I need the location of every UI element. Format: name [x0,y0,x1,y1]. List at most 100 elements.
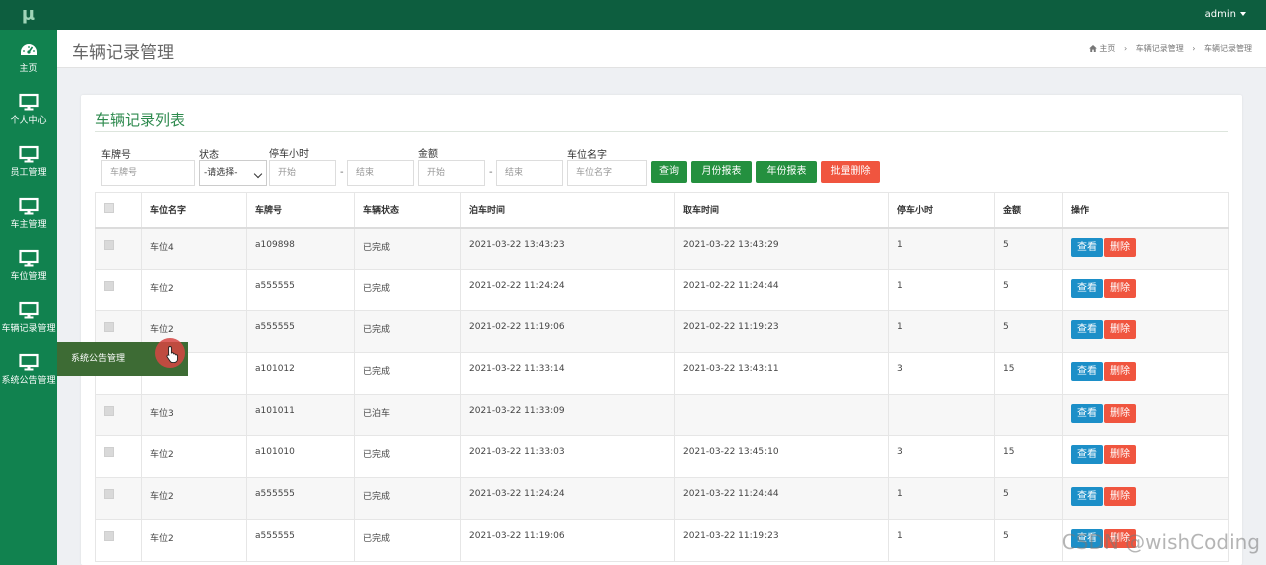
table-cell: 车位2 [141,435,247,479]
row-checkbox[interactable] [104,280,114,291]
page-header: 车辆记录管理 主页 › 车辆记录管理 › 车辆记录管理 [57,30,1266,68]
select-all-cell [95,192,142,229]
plate-input[interactable] [101,160,195,186]
sidebar-item-vehicle-records[interactable]: 车辆记录管理 [0,295,57,343]
view-button[interactable]: 查看 [1071,487,1103,507]
username: admin [1204,9,1236,20]
delete-button[interactable]: 删除 [1104,320,1136,340]
monthly-report-button[interactable]: 月份报表 [691,161,752,183]
view-button[interactable]: 查看 [1071,445,1103,465]
sidebar-item-staff[interactable]: 员工管理 [0,139,57,187]
home-icon [1088,45,1097,52]
select-cell [95,227,142,270]
table-cell: a101012 [246,352,355,395]
column-header[interactable]: 金额 [994,192,1063,229]
view-button[interactable]: 查看 [1071,320,1103,340]
hours-start-input[interactable] [269,160,336,186]
amount-end-input[interactable] [496,160,563,186]
column-header[interactable]: 泊车时间 [460,192,675,229]
table-cell: 已完成 [354,310,461,354]
sidebar-item-label: 车位管理 [10,272,47,282]
app-logo[interactable]: μ [0,0,57,30]
table-row: 车位4 a109898 已完成 2021-03-22 13:43:23 2021-03-… [95,227,1229,270]
view-button[interactable]: 查看 [1071,237,1103,257]
monitor-icon [18,249,39,267]
select-cell [95,477,142,520]
table-row: 车位2 a555555 已完成 2021-03-22 11:24:24 2021-03-… [95,477,1229,520]
table-cell: 2021-03-22 13:45:10 [674,435,889,479]
breadcrumb-separator: › [1123,44,1128,53]
breadcrumb-separator: › [1192,44,1196,53]
column-header[interactable]: 取车时间 [674,192,889,229]
table-cell: a555555 [246,310,355,354]
table-cell: 2021-03-22 11:33:14 [460,352,675,395]
column-header[interactable]: 车牌号 [246,192,355,229]
view-button[interactable]: 查看 [1071,403,1103,423]
monitor-icon [18,197,39,215]
view-button[interactable]: 查看 [1071,362,1103,382]
user-menu[interactable]: admin [1205,0,1246,30]
sidebar-item-owners[interactable]: 车主管理 [0,191,57,239]
sidebar-item-label: 个人中心 [10,116,47,126]
table-cell: 2021-03-22 11:19:23 [674,518,889,562]
select-cell [95,435,142,479]
sidebar-item-label: 主页 [19,64,38,74]
row-checkbox[interactable] [104,239,114,250]
chevron-down-icon [253,169,263,179]
table-cell: 1 [888,477,995,520]
space-name-input[interactable] [567,160,647,186]
status-select[interactable]: -请选择- [199,160,267,186]
batch-delete-button[interactable]: 批量删除 [821,161,880,183]
sidebar-item-label: 车辆记录管理 [1,324,56,334]
sidebar-item-label: 系统公告管理 [1,376,56,386]
monitor-icon [18,353,39,371]
sidebar-item-announcements[interactable]: 系统公告管理 [0,347,57,395]
yearly-report-button[interactable]: 年份报表 [756,161,817,183]
row-checkbox[interactable] [104,405,114,416]
table-cell: 5 [994,268,1063,312]
row-checkbox[interactable] [104,322,114,333]
breadcrumb-home[interactable]: 主页 [1099,44,1115,53]
delete-button[interactable]: 删除 [1104,445,1136,465]
table-cell: 已完成 [354,268,461,312]
actions-cell: 查看 删除 [1062,268,1229,312]
table-cell: 已完成 [354,477,461,520]
delete-button[interactable]: 删除 [1104,237,1136,257]
table-row: 车位2 a101010 已完成 2021-03-22 11:33:03 2021-03-… [95,435,1229,479]
sidebar-item-spaces[interactable]: 车位管理 [0,243,57,291]
row-checkbox[interactable] [104,530,114,541]
table-cell: 2021-03-22 11:19:06 [460,518,675,562]
table-cell: 车位2 [141,477,247,520]
amount-start-input[interactable] [418,160,485,186]
table-cell: 车位2 [141,518,247,562]
actions-cell: 查看 删除 [1062,310,1229,354]
table-cell: 1 [888,227,995,270]
column-header[interactable]: 车辆状态 [354,192,461,229]
view-button[interactable]: 查看 [1071,278,1103,298]
hours-end-input[interactable] [347,160,414,186]
table-cell: a109898 [246,227,355,270]
row-checkbox[interactable] [104,447,114,458]
divider [95,131,1228,132]
actions-cell: 查看 删除 [1062,227,1229,270]
row-checkbox[interactable] [104,489,114,500]
breadcrumb-section[interactable]: 车辆记录管理 [1136,44,1184,53]
column-header[interactable]: 停车小时 [888,192,995,229]
delete-button[interactable]: 删除 [1104,362,1136,382]
table-row: 车位3 a101011 已泊车 2021-03-22 11:33:09 查看 删除 [95,393,1229,437]
sidebar-item-profile[interactable]: 个人中心 [0,87,57,135]
table-cell: 5 [994,310,1063,354]
query-button[interactable]: 查询 [651,161,687,183]
delete-button[interactable]: 删除 [1104,403,1136,423]
delete-button[interactable]: 删除 [1104,278,1136,298]
records-panel: 车辆记录列表 车牌号 状态 -请选择- 停车小时 - 金额 - 车位名字 查询 … [81,95,1242,565]
column-header[interactable]: 车位名字 [141,192,247,229]
sidebar: 主页 个人中心 员工管理 车主管理 车位管理 车辆记录管理 系统公告管理 [0,30,57,565]
select-all-checkbox[interactable] [104,203,114,214]
table-cell: 2021-03-22 13:43:23 [460,227,675,270]
table-cell: 2021-03-22 11:24:24 [460,477,675,520]
sidebar-item-home[interactable]: 主页 [0,35,57,83]
delete-button[interactable]: 删除 [1104,487,1136,507]
range-dash: - [340,167,344,178]
table-cell: 2021-03-22 13:43:29 [674,227,889,270]
